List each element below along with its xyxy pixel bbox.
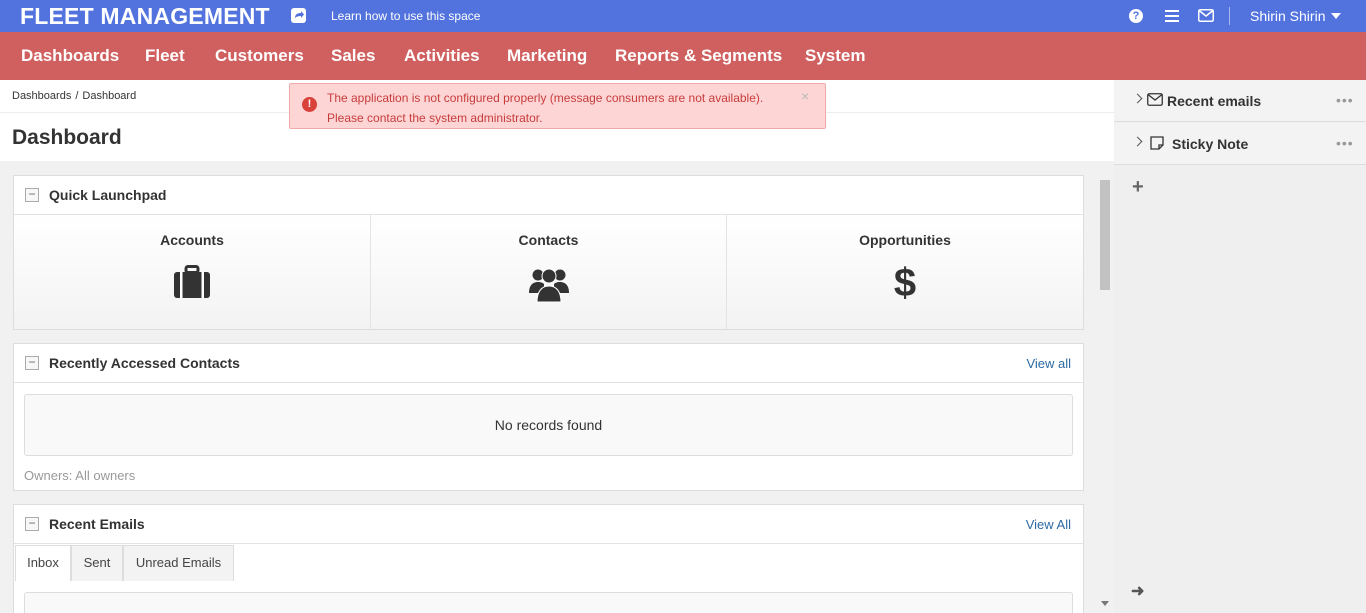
briefcase-icon xyxy=(173,265,211,304)
collapse-button[interactable]: − xyxy=(25,517,39,531)
breadcrumb: Dashboards / Dashboard xyxy=(12,90,136,102)
alert-message: The application is not configured proper… xyxy=(327,91,764,125)
nav-item-sales[interactable]: Sales xyxy=(331,46,375,66)
widget-title: Recently Accessed Contacts xyxy=(49,355,240,371)
widget-header: − Quick Launchpad xyxy=(14,176,1083,215)
exclamation-circle-icon: ! xyxy=(302,97,317,112)
main-nav: Dashboards Fleet Customers Sales Activit… xyxy=(0,32,1366,80)
note-icon xyxy=(1150,136,1164,155)
menu-icon[interactable] xyxy=(1165,10,1179,22)
chevron-right-icon xyxy=(1132,136,1143,147)
dollar-icon: $ xyxy=(893,261,917,305)
sidebar-item-sticky-note[interactable]: Sticky Note ••• xyxy=(1114,123,1366,165)
launchpad-opportunities[interactable]: Opportunities $ xyxy=(727,215,1083,329)
launchpad-contacts[interactable]: Contacts xyxy=(371,215,727,329)
tab-unread-emails[interactable]: Unread Emails xyxy=(123,545,234,581)
topbar-divider xyxy=(1229,7,1230,25)
breadcrumb-separator: / xyxy=(75,90,79,102)
launchpad-accounts[interactable]: Accounts xyxy=(14,215,371,329)
close-icon[interactable]: × xyxy=(801,86,809,106)
widget-title: Recent Emails xyxy=(49,516,145,532)
nav-item-fleet[interactable]: Fleet xyxy=(145,46,185,66)
widget-header: − Recent Emails View All xyxy=(14,505,1083,544)
email-list xyxy=(24,592,1073,613)
launchpad-label: Contacts xyxy=(518,232,579,248)
nav-item-system[interactable]: System xyxy=(805,46,865,66)
launchpad-label: Opportunities xyxy=(859,232,951,248)
chevron-down-icon xyxy=(1331,13,1342,19)
right-sidebar: Recent emails ••• Sticky Note ••• + ➜ xyxy=(1114,80,1366,613)
recent-contacts-widget: − Recently Accessed Contacts View all No… xyxy=(13,343,1084,491)
help-icon[interactable]: ? xyxy=(1129,9,1143,23)
nav-item-reports-segments[interactable]: Reports & Segments xyxy=(615,46,782,66)
arrow-right-icon[interactable]: ➜ xyxy=(1131,581,1144,601)
launchpad-label: Accounts xyxy=(160,232,224,248)
sidebar-item-label: Recent emails xyxy=(1167,93,1262,109)
scroll-down-icon[interactable] xyxy=(1101,601,1109,606)
recent-emails-widget: − Recent Emails View All Inbox Sent Unre… xyxy=(13,504,1084,613)
users-icon xyxy=(528,265,569,308)
more-icon[interactable]: ••• xyxy=(1336,92,1354,108)
error-alert: ! The application is not configured prop… xyxy=(289,83,826,129)
chevron-right-icon xyxy=(1132,93,1143,104)
more-icon[interactable]: ••• xyxy=(1336,135,1354,151)
owners-filter: Owners: All owners xyxy=(24,468,136,483)
app-title[interactable]: FLEET MANAGEMENT xyxy=(20,3,270,30)
widget-header: − Recently Accessed Contacts View all xyxy=(14,344,1083,383)
collapse-button[interactable]: − xyxy=(25,188,39,202)
envelope-icon xyxy=(1147,93,1163,111)
collapse-button[interactable]: − xyxy=(25,356,39,370)
user-menu[interactable]: Shirin Shirin xyxy=(1250,8,1342,24)
nav-item-activities[interactable]: Activities xyxy=(404,46,480,66)
main-content: Dashboards / Dashboard Dashboard − Quick L… xyxy=(0,80,1114,613)
nav-item-customers[interactable]: Customers xyxy=(215,46,304,66)
page-title: Dashboard xyxy=(12,126,122,149)
scrollbar[interactable] xyxy=(1098,177,1112,613)
breadcrumb-item-dashboards[interactable]: Dashboards xyxy=(12,90,71,102)
nav-item-marketing[interactable]: Marketing xyxy=(507,46,587,66)
view-all-link[interactable]: View All xyxy=(1026,517,1071,532)
nav-item-dashboards[interactable]: Dashboards xyxy=(21,46,119,66)
add-widget-icon[interactable]: + xyxy=(1132,176,1144,199)
scrollbar-thumb[interactable] xyxy=(1100,180,1110,290)
tab-sent[interactable]: Sent xyxy=(71,545,123,581)
sidebar-item-label: Sticky Note xyxy=(1172,136,1249,152)
empty-message: No records found xyxy=(24,394,1073,456)
quick-launchpad-widget: − Quick Launchpad Accounts Contacts Oppo… xyxy=(13,175,1084,330)
user-name: Shirin Shirin xyxy=(1250,8,1326,24)
top-bar: FLEET MANAGEMENT Learn how to use this s… xyxy=(0,0,1366,32)
tab-inbox[interactable]: Inbox xyxy=(15,545,71,581)
breadcrumb-item-dashboard[interactable]: Dashboard xyxy=(82,90,136,102)
widget-title: Quick Launchpad xyxy=(49,187,167,203)
share-icon[interactable] xyxy=(291,8,306,23)
envelope-icon[interactable] xyxy=(1198,9,1214,27)
view-all-link[interactable]: View all xyxy=(1026,356,1071,371)
learn-link[interactable]: Learn how to use this space xyxy=(331,9,480,23)
sidebar-item-recent-emails[interactable]: Recent emails ••• xyxy=(1114,80,1366,122)
